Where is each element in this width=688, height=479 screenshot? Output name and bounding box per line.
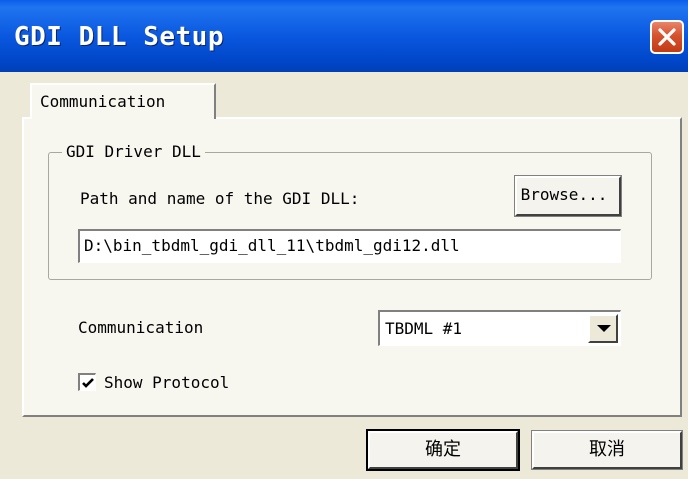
ok-button[interactable]: 确定: [366, 429, 520, 471]
browse-button-label: Browse...: [520, 185, 608, 204]
window-title: GDI DLL Setup: [14, 22, 224, 52]
communication-select[interactable]: TBDML #1: [378, 310, 621, 346]
chevron-down-icon: [597, 325, 611, 332]
tab-communication[interactable]: Communication: [30, 83, 216, 119]
dropdown-button[interactable]: [588, 314, 618, 343]
tab-communication-label: Communication: [40, 92, 166, 111]
groupbox-title: GDI Driver DLL: [62, 142, 205, 161]
show-protocol-checkbox[interactable]: [78, 373, 96, 391]
show-protocol-label[interactable]: Show Protocol: [104, 373, 229, 392]
close-button[interactable]: [650, 20, 684, 54]
dialog-window: GDI DLL Setup Communication GDI Driver D…: [0, 0, 688, 479]
title-bar[interactable]: GDI DLL Setup: [0, 0, 688, 72]
close-icon: [658, 28, 676, 46]
cancel-button[interactable]: 取消: [531, 430, 683, 470]
ok-button-label: 确定: [425, 439, 461, 460]
checkmark-icon: [82, 378, 94, 388]
communication-label: Communication: [78, 318, 204, 337]
dll-path-label: Path and name of the GDI DLL:: [80, 189, 360, 208]
dll-path-input[interactable]: D:\bin_tbdml_gdi_dll_11\tbdml_gdi12.dll: [78, 229, 621, 263]
cancel-button-label: 取消: [589, 439, 625, 460]
browse-button[interactable]: Browse...: [514, 175, 622, 217]
communication-selected-value: TBDML #1: [385, 319, 463, 338]
